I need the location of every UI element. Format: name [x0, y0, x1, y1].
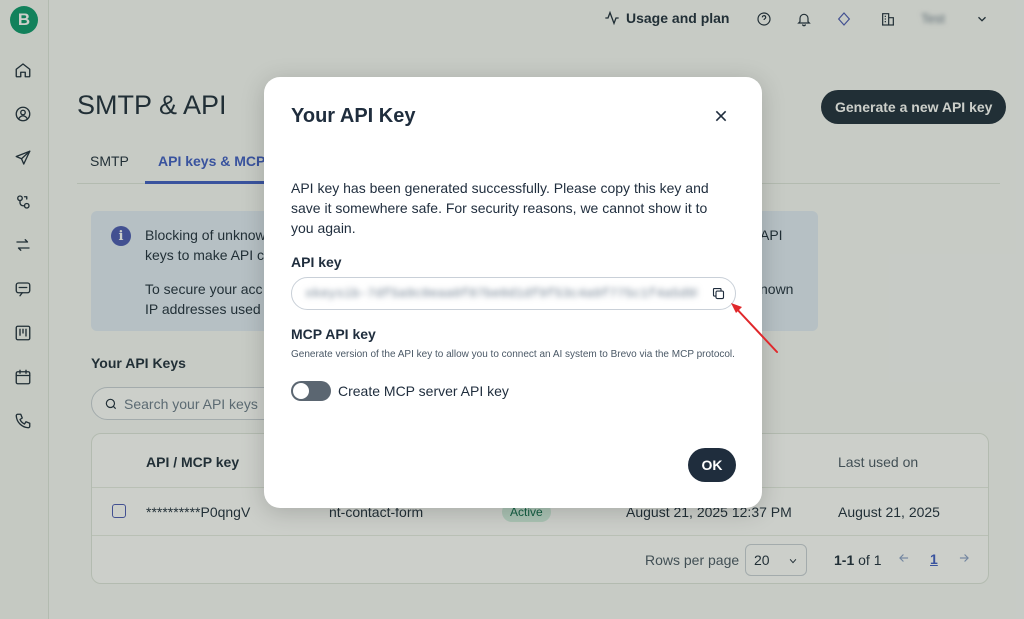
- mcp-api-key-label: MCP API key: [291, 326, 376, 342]
- copy-icon: [712, 287, 724, 300]
- api-key-modal: Your API Key API key has been generated …: [264, 77, 762, 508]
- mcp-toggle[interactable]: [291, 381, 331, 401]
- close-icon: [715, 110, 727, 122]
- mcp-help-text: Generate version of the API key to allow…: [291, 349, 735, 360]
- copy-button[interactable]: [710, 286, 726, 302]
- annotation-arrow-icon: [731, 303, 778, 353]
- api-key-value[interactable]: xkeysib-7df5a9c0eaa0f87be0d1df9f53c4a9f7…: [305, 286, 697, 302]
- ok-button[interactable]: OK: [688, 448, 736, 482]
- api-key-field[interactable]: xkeysib-7df5a9c0eaa0f87be0d1df9f53c4a9f7…: [291, 277, 736, 310]
- close-button[interactable]: [712, 108, 730, 126]
- mcp-toggle-label[interactable]: Create MCP server API key: [338, 383, 509, 399]
- api-key-label: API key: [291, 254, 342, 270]
- modal-description: API key has been generated successfully.…: [291, 180, 709, 236]
- modal-title: Your API Key: [291, 105, 416, 127]
